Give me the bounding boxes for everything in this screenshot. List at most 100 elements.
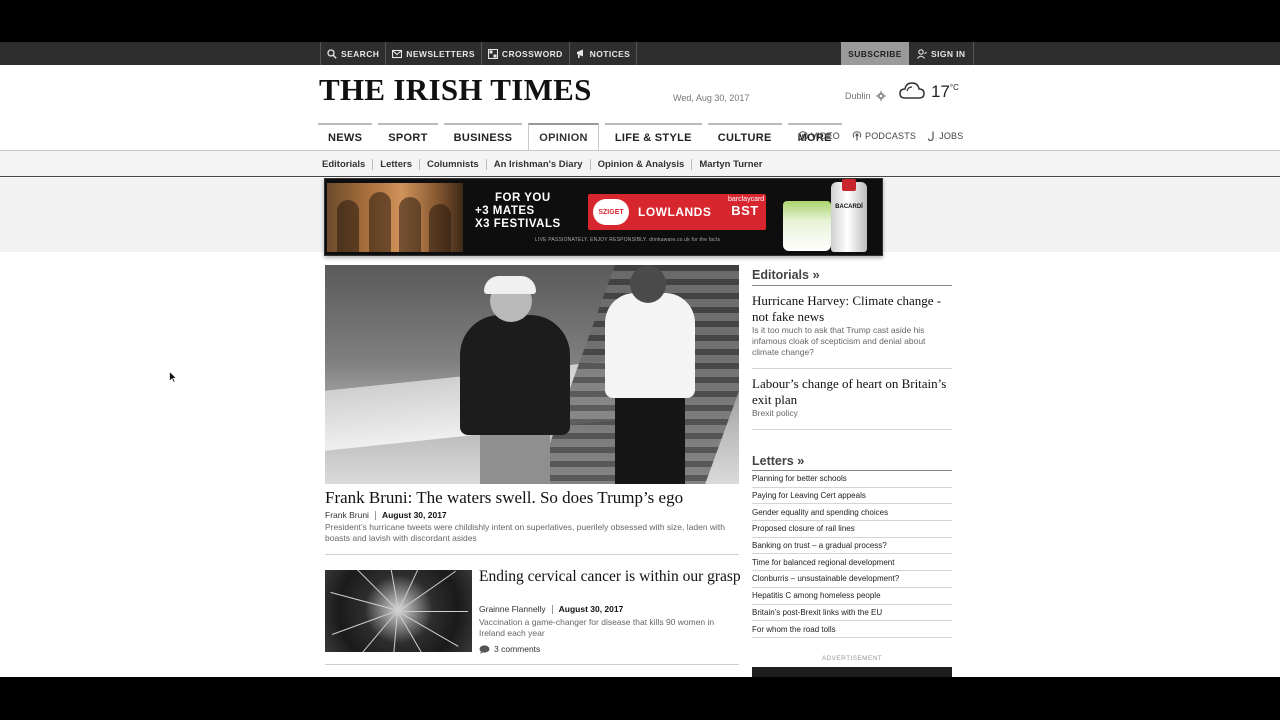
subnav-item-opinion-analysis[interactable]: Opinion & Analysis (598, 159, 685, 170)
letter-item[interactable]: Gender equality and spending choices (752, 504, 952, 522)
nav-item-news[interactable]: NEWS (318, 123, 373, 150)
newsletter-icon (392, 49, 403, 58)
cloudy-icon (899, 82, 925, 99)
editorial-description: Brexit policy (752, 408, 798, 418)
nav-item-culture[interactable]: CULTURE (707, 123, 782, 150)
nav-item-life-style[interactable]: LIFE & STYLE (604, 123, 702, 150)
notices-link[interactable]: NOTICES (570, 42, 638, 65)
subnav-divider (418, 158, 420, 170)
sidebar-ad[interactable] (752, 667, 952, 677)
advertisement-label: ADVERTISEMENT (821, 655, 883, 662)
video-label: VIDEO (811, 131, 841, 141)
chevron-right-icon: » (812, 267, 820, 282)
letter-item[interactable]: Britain’s post-Brexit links with the EU (752, 605, 952, 622)
leaderboard-ad[interactable]: FOR YOU +3 MATES X3 FESTIVALS SZIGET LOW… (324, 178, 883, 256)
subnav-item-martyn-turner[interactable]: Martyn Turner (699, 159, 762, 170)
letter-item[interactable]: Banking on trust – a gradual process? (752, 538, 952, 555)
subnav-item-editorials[interactable]: Editorials (322, 159, 365, 170)
ad-photo (327, 183, 463, 252)
crossword-link[interactable]: CROSSWORD (482, 42, 570, 65)
temperature-unit: °C (949, 83, 959, 92)
crossword-label: CROSSWORD (501, 48, 563, 59)
editorials-heading[interactable]: Editorials » (752, 267, 952, 282)
podcasts-link[interactable]: PODCASTS (852, 131, 916, 141)
letters-heading-label: Letters (752, 454, 794, 468)
notices-label: NOTICES (589, 48, 631, 59)
subnav-item-irishmans-diary[interactable]: An Irishman's Diary (494, 159, 583, 170)
letters-heading[interactable]: Letters » (752, 453, 952, 468)
main-story-headline[interactable]: Frank Bruni: The waters swell. So does T… (325, 488, 745, 508)
author-name[interactable]: Frank Bruni (325, 510, 369, 520)
search-label: SEARCH (341, 48, 380, 59)
nav-item-business[interactable]: BUSINESS (443, 123, 523, 150)
search-link[interactable]: SEARCH (320, 42, 387, 65)
subnav-item-letters[interactable]: Letters (380, 159, 412, 170)
media-nav: VIDEO PODCASTS JOBS (798, 131, 975, 141)
letter-item[interactable]: For whom the road tolls (752, 621, 952, 638)
letter-item[interactable]: Planning for better schools (752, 471, 952, 488)
utility-bar: SEARCH NEWSLETTERS CROSSWORD NOTICES SUB… (0, 42, 1280, 65)
subnav-items: Editorials Letters Columnists An Irishma… (322, 151, 763, 177)
primary-nav: NEWS SPORT BUSINESS OPINION LIFE & STYLE… (318, 123, 848, 150)
letter-item[interactable]: Time for balanced regional development (752, 554, 952, 572)
main-story-byline: Frank Bruni August 30, 2017 (325, 510, 447, 520)
story-date: August 30, 2017 (381, 510, 447, 520)
editorials-heading-label: Editorials (752, 268, 809, 282)
ad-figure (369, 192, 391, 252)
main-story-image[interactable] (325, 265, 739, 484)
masthead-date: Wed, Aug 30, 2017 (673, 93, 750, 103)
byline-divider (374, 510, 376, 520)
weather-temperature: 17°C (931, 82, 959, 102)
subnav-divider (485, 158, 487, 170)
subscribe-button[interactable]: SUBSCRIBE (841, 42, 909, 65)
letter-item[interactable]: Clonburris – unsustainable development? (752, 571, 952, 588)
main-story-standfirst: President’s hurricane tweets were childi… (325, 522, 726, 543)
ad-lowlands-logo: LOWLANDS (638, 205, 712, 219)
comment-icon (479, 644, 490, 654)
search-icon (327, 48, 337, 59)
masthead-logo[interactable]: THE IRISH TIMES (319, 72, 592, 108)
newsletters-link[interactable]: NEWSLETTERS (386, 42, 482, 65)
ad-figure (429, 204, 451, 252)
ad-fine-print: LIVE PASSIONATELY. ENJOY RESPONSIBLY. dr… (535, 237, 721, 243)
second-story-headline[interactable]: Ending cervical cancer is within our gra… (479, 568, 741, 585)
letter-item[interactable]: Hepatitis C among homeless people (752, 588, 952, 605)
notices-icon (576, 49, 583, 58)
story-divider (325, 554, 739, 555)
editorial-title[interactable]: Hurricane Harvey: Climate change - not f… (752, 293, 952, 325)
letter-item[interactable]: Paying for Leaving Cert appeals (752, 488, 952, 505)
second-story-image[interactable] (325, 570, 472, 652)
ad-headline-3: X3 FESTIVALS (475, 218, 561, 230)
letter-item[interactable]: Proposed closure of rail lines (752, 521, 952, 538)
ad-cocktail-glass (783, 201, 831, 251)
jobs-icon (928, 131, 934, 141)
jobs-label: JOBS (939, 131, 964, 141)
nav-item-opinion[interactable]: OPINION (528, 123, 599, 150)
letters-list: Planning for better schools Paying for L… (752, 471, 952, 638)
hero-person (460, 276, 570, 484)
ad-headline-1: FOR YOU (495, 192, 551, 204)
chevron-right-icon: » (797, 453, 805, 468)
utility-links: SEARCH NEWSLETTERS CROSSWORD NOTICES (320, 42, 638, 65)
play-icon (798, 131, 808, 141)
ad-bst-sponsor: barclaycard (728, 196, 765, 203)
jobs-link[interactable]: JOBS (928, 131, 963, 141)
weather-location[interactable]: Dublin (845, 91, 886, 101)
user-icon (917, 48, 927, 59)
editorial-title[interactable]: Labour’s change of heart on Britain’s ex… (752, 376, 952, 408)
author-name[interactable]: Grainne Flannelly (479, 604, 546, 614)
ad-figure (337, 200, 359, 252)
hero-person (600, 265, 700, 484)
video-link[interactable]: VIDEO (798, 131, 840, 141)
ad-figure (399, 197, 421, 252)
nav-item-sport[interactable]: SPORT (378, 123, 438, 150)
ad-headline-2: +3 MATES (475, 205, 535, 217)
weather-city-label: Dublin (845, 91, 871, 101)
sign-in-link[interactable]: SIGN IN (909, 42, 975, 65)
sign-in-label: SIGN IN (931, 48, 966, 59)
item-rule (752, 368, 952, 369)
editorial-description: Is it too much to ask that Trump cast as… (752, 325, 926, 357)
item-rule (752, 429, 952, 430)
comments-link[interactable]: 3 comments (479, 644, 540, 654)
subnav-item-columnists[interactable]: Columnists (427, 159, 479, 170)
